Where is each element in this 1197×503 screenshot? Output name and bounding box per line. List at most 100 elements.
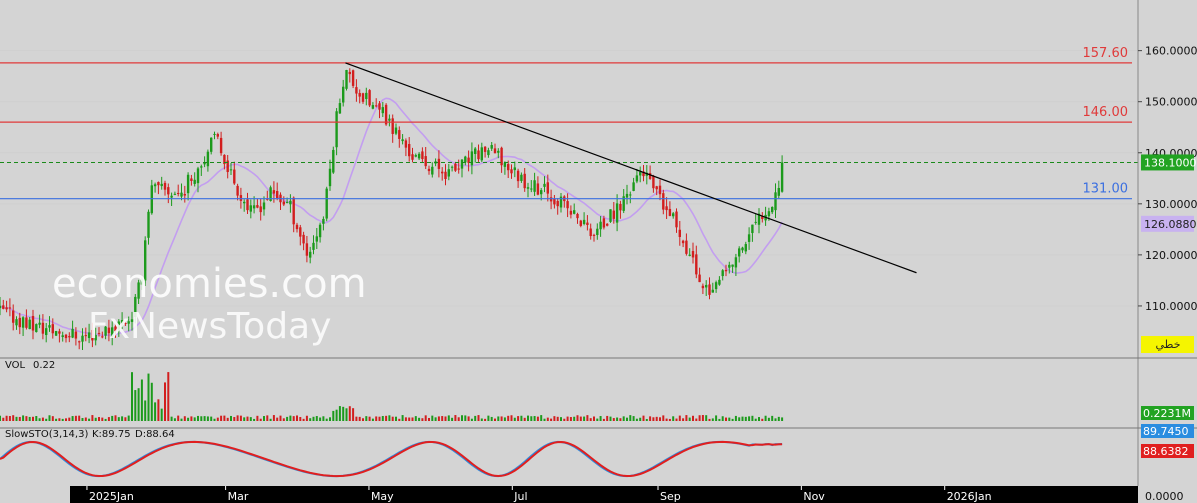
volume-value: 0.22 (33, 360, 55, 371)
candle-body-212 (698, 274, 701, 283)
volume-bar-23 (74, 415, 77, 421)
candle-body-228 (751, 224, 754, 234)
volume-bar-130 (428, 417, 430, 421)
xtick-label-5: Nov (803, 490, 825, 503)
volume-bar-101 (332, 410, 335, 421)
volume-bar-222 (731, 418, 734, 421)
volume-bar-89 (292, 416, 295, 421)
candle-body-156 (513, 167, 516, 171)
stochastic-panel: SlowSTO(3,14,3) K:89.75 D:88.64 89.7450 88.6… (0, 424, 1197, 478)
volume-bar-92 (302, 418, 305, 421)
candle-body-190 (625, 193, 629, 198)
candle-body-229 (754, 221, 757, 223)
candle-body-237 (780, 162, 784, 192)
price-badge-text-0: 138.1000 (1144, 156, 1197, 169)
volume-bar-50 (164, 382, 166, 421)
volume-bar-105 (345, 408, 348, 421)
volume-bar-228 (751, 415, 754, 421)
candle-body-104 (342, 86, 345, 103)
candle-body-219 (721, 270, 724, 277)
candle-body-65 (213, 133, 216, 135)
volume-bar-135 (444, 416, 447, 421)
volume-bar-149 (490, 416, 493, 421)
volume-bar-85 (279, 415, 282, 421)
volume-bar-186 (612, 418, 615, 421)
candle-body-62 (203, 162, 206, 165)
candle-body-61 (200, 166, 203, 168)
volume-bar-108 (355, 416, 358, 421)
candle-body-135 (444, 171, 447, 180)
candle-body-76 (249, 205, 252, 212)
volume-bar-25 (81, 417, 84, 421)
volume-bar-143 (470, 418, 473, 421)
candle-body-194 (639, 171, 642, 176)
candle-body-73 (239, 195, 243, 201)
candle-body-6 (18, 317, 21, 328)
xtick-label-6: 2026Jan (947, 490, 992, 503)
volume-bar-216 (711, 418, 714, 421)
candle-body-18 (58, 331, 61, 334)
volume-bar-215 (708, 418, 711, 421)
volume-bar-82 (269, 418, 272, 421)
volume-bar-164 (540, 415, 543, 421)
volume-bar-231 (761, 418, 764, 421)
candle-body-107 (351, 70, 355, 86)
volume-bar-129 (424, 415, 427, 421)
volume-bar-235 (774, 418, 777, 421)
candle-body-220 (724, 269, 728, 272)
candle-body-224 (738, 248, 741, 257)
volume-bar-202 (665, 418, 668, 421)
candle-body-66 (216, 134, 219, 137)
volume-bar-200 (659, 417, 661, 421)
volume-bar-168 (553, 416, 556, 421)
volume-bar-214 (705, 415, 708, 421)
candle-body-160 (526, 187, 530, 189)
volume-bar-83 (272, 415, 275, 421)
volume-bar-60 (197, 415, 199, 421)
candle-body-94 (309, 251, 312, 258)
volume-bar-185 (609, 416, 612, 421)
candle-body-134 (441, 171, 444, 174)
volume-bar-233 (767, 417, 770, 421)
volume-bar-146 (480, 418, 483, 421)
volume-bar-20 (65, 418, 67, 421)
candle-body-23 (74, 331, 78, 339)
candle-body-13 (41, 322, 45, 334)
candle-body-185 (609, 209, 612, 222)
stoch-k-label: K:89.75 (92, 429, 131, 440)
bottom-zero-label: 0.0000 (1145, 490, 1184, 503)
candle-body-172 (566, 201, 569, 209)
volume-bar-4 (12, 415, 15, 421)
volume-bar-65 (213, 418, 216, 421)
candle-body-47 (153, 184, 157, 187)
candle-body-8 (25, 317, 28, 328)
candle-body-49 (160, 183, 163, 187)
level-label-0: 157.60 (1083, 46, 1129, 61)
candle-body-10 (31, 315, 35, 331)
volume-bar-46 (150, 382, 153, 421)
volume-bar-17 (55, 418, 58, 421)
volume-bar-99 (325, 418, 328, 421)
volume-bar-199 (655, 416, 658, 421)
volume-bar-118 (388, 415, 391, 421)
volume-bar-32 (104, 418, 107, 421)
volume-bar-11 (35, 416, 38, 421)
candle-body-102 (335, 111, 338, 148)
volume-bar-126 (414, 416, 417, 421)
volume-bar-14 (45, 418, 48, 421)
candle-body-67 (219, 137, 223, 154)
volume-bar-26 (84, 417, 87, 421)
volume-bar-98 (322, 416, 325, 421)
ytick-label-5: 110.0000 (1145, 300, 1197, 313)
candle-body-63 (206, 151, 210, 167)
candle-body-77 (252, 205, 256, 209)
stoch-d-label: D:88.64 (135, 429, 175, 440)
candle-body-144 (474, 148, 477, 154)
candle-body-125 (411, 154, 414, 160)
candle-body-17 (54, 331, 58, 336)
volume-bar-40 (131, 372, 133, 421)
candle-body-153 (503, 162, 507, 167)
candle-body-213 (701, 285, 705, 289)
volume-bar-205 (675, 418, 678, 421)
candle-body-143 (470, 151, 474, 166)
